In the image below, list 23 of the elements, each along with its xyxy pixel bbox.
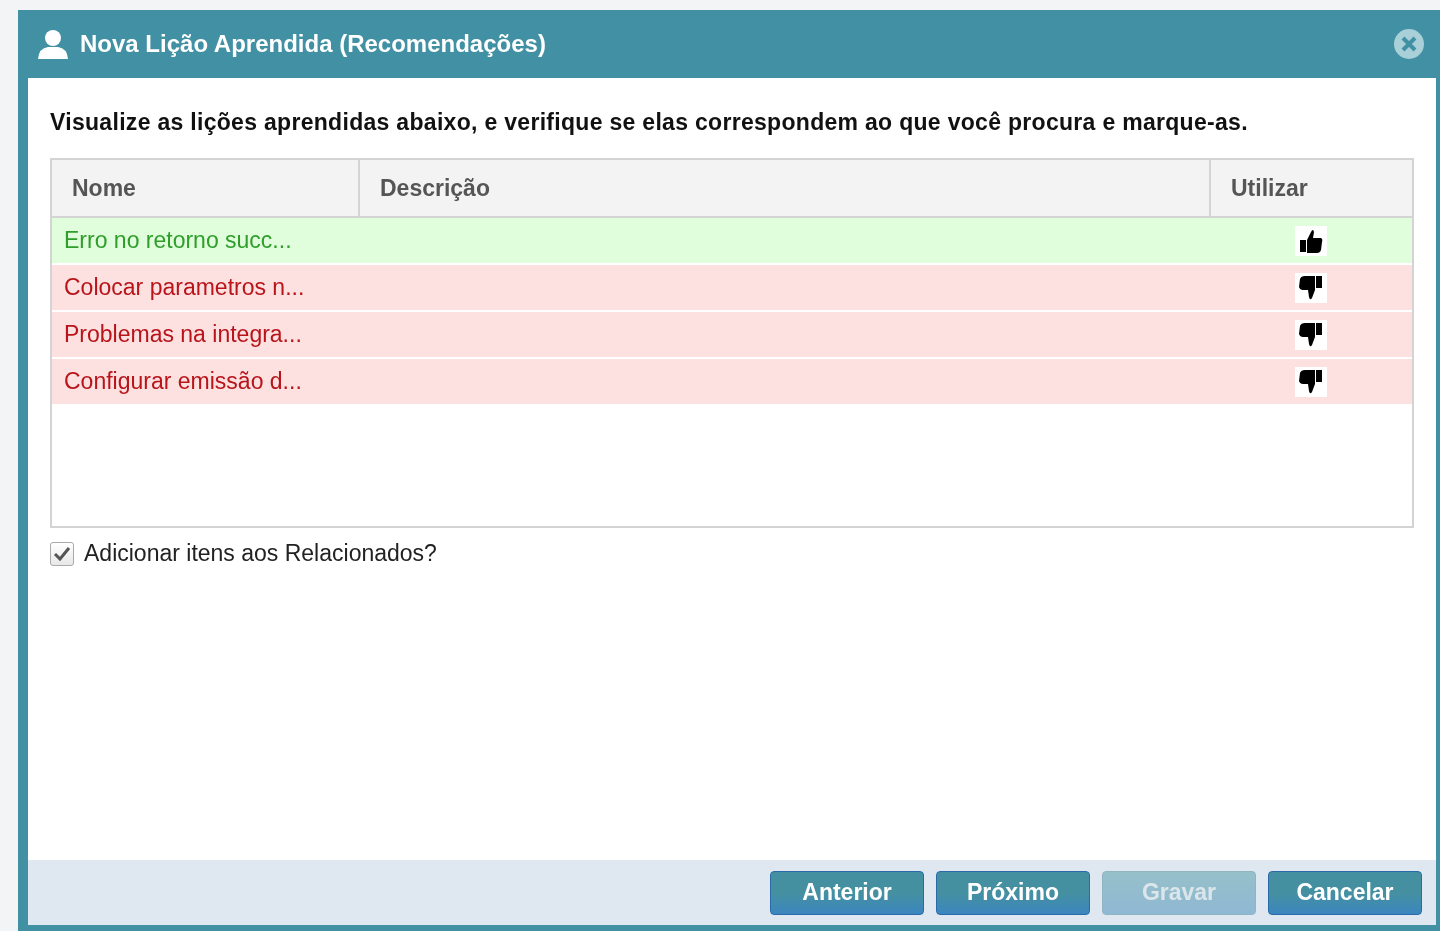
table-row[interactable]: Configurar emissão d... — [52, 359, 1412, 404]
table-cell-text: Erro no retorno succ... — [63, 226, 293, 255]
dialog-button[interactable]: Anterior — [770, 870, 924, 915]
table-cell-text: Colocar parametros n... — [63, 273, 306, 302]
thumbs-down-icon[interactable] — [1294, 366, 1327, 397]
thumbs-up-icon[interactable] — [1294, 225, 1327, 256]
table-row[interactable]: Erro no retorno succ... — [52, 218, 1412, 263]
instruction-text: Visualize as lições aprendidas abaixo, e verifique se elas correspondem ao que você procura e marque-as. — [50, 108, 1249, 137]
table-row[interactable]: Colocar parametros n... — [52, 265, 1412, 310]
column-header: Descrição — [358, 160, 1209, 216]
table-cell-text: Problemas na integra... — [63, 320, 303, 349]
dialog-button[interactable]: Próximo — [936, 870, 1090, 915]
thumbs-down-icon[interactable] — [1294, 272, 1327, 303]
checkbox-label: Adicionar itens aos Relacionados? — [84, 540, 437, 567]
column-header: Utilizar — [1209, 160, 1412, 216]
dialog-title: Nova Lição Aprendida (Recomendações) — [80, 30, 547, 58]
table-row[interactable]: Problemas na integra... — [52, 312, 1412, 357]
user-icon — [36, 29, 70, 59]
table-cell-text: Configurar emissão d... — [63, 367, 303, 396]
dialog-button[interactable]: Cancelar — [1268, 870, 1422, 915]
checkbox[interactable] — [50, 541, 74, 566]
thumbs-down-icon[interactable] — [1294, 319, 1327, 350]
column-header: Nome — [71, 173, 137, 203]
